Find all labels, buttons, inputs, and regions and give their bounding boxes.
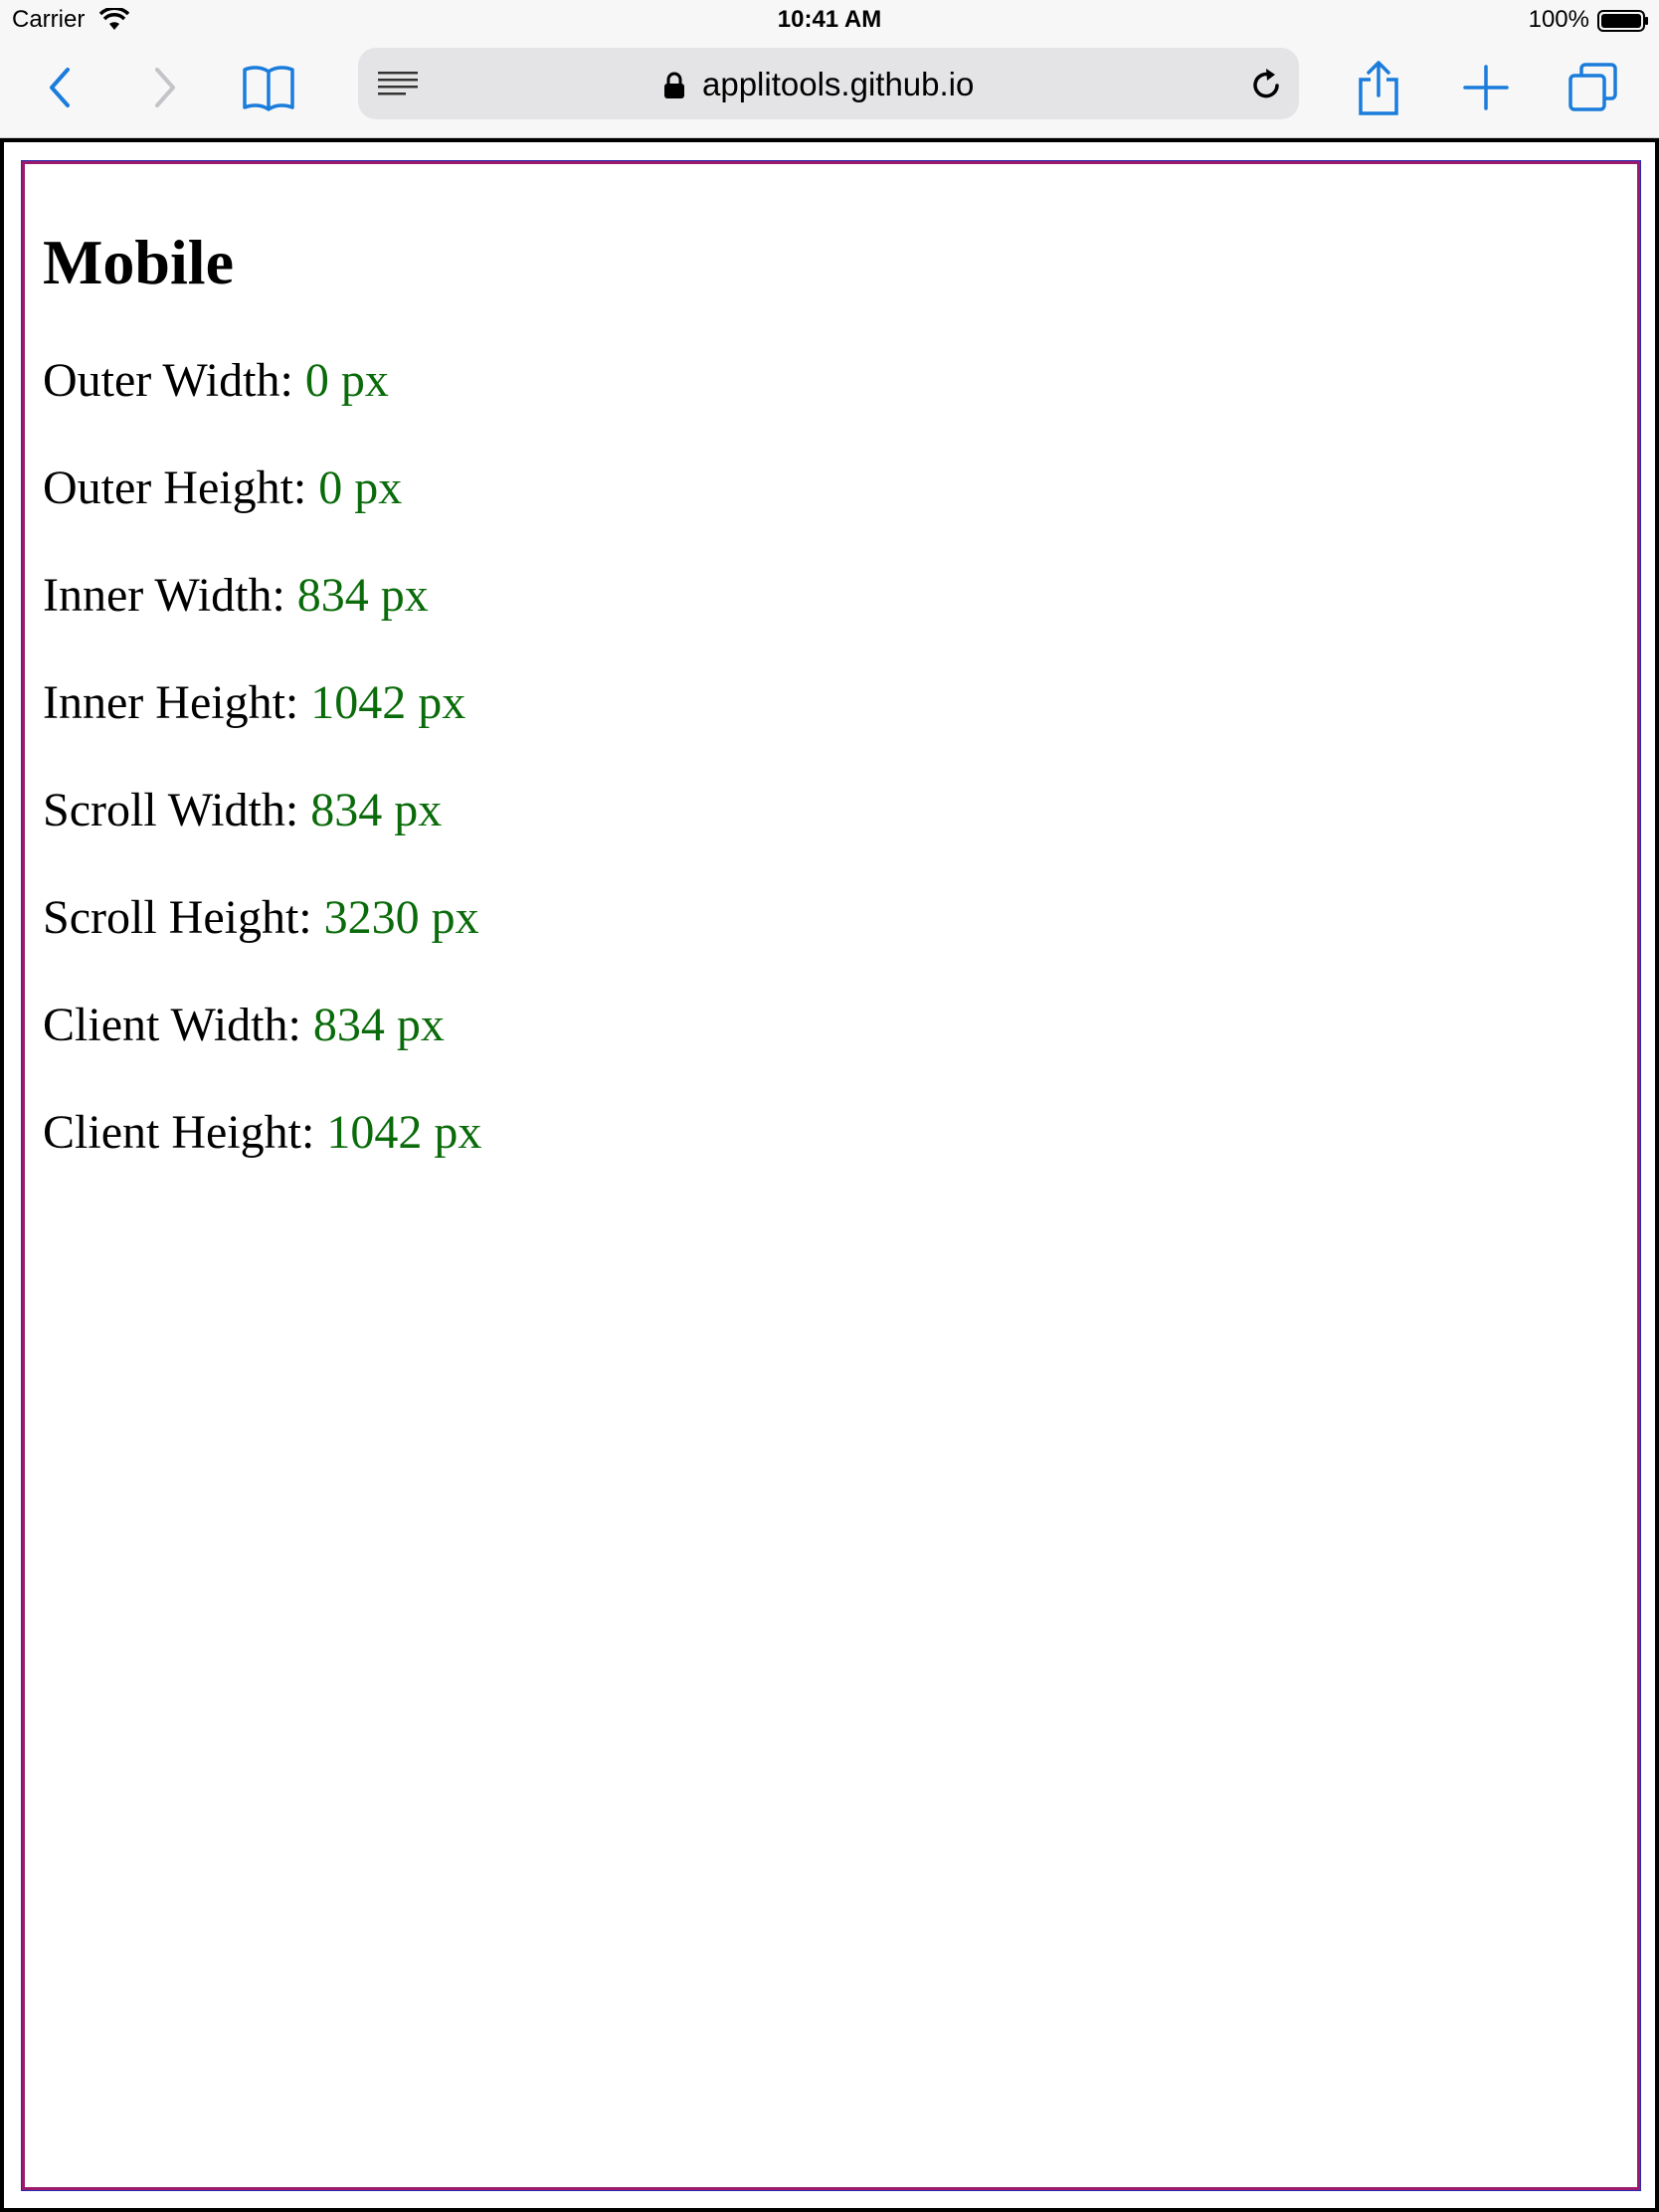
chevron-right-icon xyxy=(155,68,175,107)
metric-outer-height: Outer Height: 0 px xyxy=(43,461,402,515)
metric-value: 3230 px xyxy=(323,891,479,944)
share-icon xyxy=(1359,61,1398,115)
metric-client-width: Client Width: 834 px xyxy=(43,998,445,1052)
new-tab-button[interactable] xyxy=(1456,60,1516,115)
metric-inner-height: Inner Height: 1042 px xyxy=(43,675,465,730)
status-bar: Carrier 10:41 AM 100% xyxy=(0,0,1659,40)
metric-scroll-height: Scroll Height: 3230 px xyxy=(43,890,479,945)
metric-value: 0 px xyxy=(304,354,389,407)
metric-inner-width: Inner Width: 834 px xyxy=(43,568,429,623)
metric-label: Client Width: xyxy=(43,999,301,1051)
metric-label: Inner Width: xyxy=(43,569,285,622)
metric-outer-width: Outer Width: 0 px xyxy=(43,353,389,408)
share-button[interactable] xyxy=(1349,60,1408,115)
metric-scroll-width: Scroll Width: 834 px xyxy=(43,783,442,837)
metric-value: 0 px xyxy=(318,461,403,514)
clock: 10:41 AM xyxy=(777,6,882,33)
metric-label: Outer Width: xyxy=(43,354,293,407)
back-button[interactable] xyxy=(30,60,90,115)
chevron-left-icon xyxy=(50,68,70,107)
battery-icon xyxy=(1597,10,1648,32)
url-text[interactable]: applitools.github.io xyxy=(702,66,974,103)
metric-label: Scroll Width: xyxy=(43,784,299,836)
web-content[interactable]: Mobile Outer Width: 0 px Outer Height: 0… xyxy=(0,138,1659,2212)
page-title: Mobile xyxy=(43,227,234,297)
metric-label: Client Height: xyxy=(43,1106,315,1159)
plus-icon xyxy=(1463,65,1509,110)
lock-icon xyxy=(664,72,684,98)
address-bar[interactable]: applitools.github.io xyxy=(358,48,1299,119)
metric-value: 1042 px xyxy=(310,676,466,729)
metric-value: 1042 px xyxy=(326,1106,482,1159)
reload-icon[interactable] xyxy=(1247,66,1285,103)
battery-percent: 100% xyxy=(1528,6,1589,33)
reader-mode-icon[interactable] xyxy=(378,70,420,99)
tabs-button[interactable] xyxy=(1564,60,1623,115)
metric-value: 834 px xyxy=(296,569,429,622)
metric-label: Inner Height: xyxy=(43,676,299,729)
metric-label: Outer Height: xyxy=(43,461,307,514)
tabs-icon xyxy=(1568,63,1617,111)
metric-client-height: Client Height: 1042 px xyxy=(43,1105,481,1160)
metric-value: 834 px xyxy=(312,999,445,1051)
page-container: Mobile Outer Width: 0 px Outer Height: 0… xyxy=(21,160,1641,2191)
browser-toolbar: applitools.github.io xyxy=(0,40,1659,138)
forward-button[interactable] xyxy=(135,60,195,115)
bookmarks-button[interactable] xyxy=(239,60,298,115)
metric-label: Scroll Height: xyxy=(43,891,312,944)
book-icon xyxy=(243,66,294,111)
metric-value: 834 px xyxy=(310,784,443,836)
